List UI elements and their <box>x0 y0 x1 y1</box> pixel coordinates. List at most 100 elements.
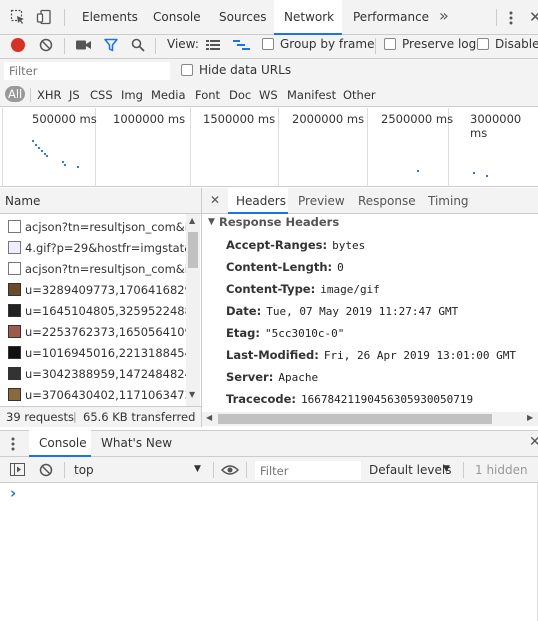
tabbar-divider <box>64 9 65 26</box>
type-filter-other[interactable]: Other <box>343 88 376 102</box>
timeline-request-dots <box>32 140 488 177</box>
close-devtools-icon[interactable]: ✕ <box>529 8 538 26</box>
details-scroll-thumb[interactable] <box>218 414 492 424</box>
thumbnail-icon <box>8 325 21 338</box>
filter-input[interactable] <box>4 62 170 80</box>
header-key: Last-Modified: <box>226 348 319 362</box>
record-button[interactable] <box>11 38 25 52</box>
filter-funnel-icon[interactable] <box>104 38 118 52</box>
scroll-down-arrow-icon[interactable]: ▼ <box>189 390 195 399</box>
log-levels-dropdown[interactable]: Default levels <box>369 463 451 477</box>
header-line: Content-Type: image/gif <box>226 282 380 296</box>
console-toolbar-divider-2 <box>213 462 214 478</box>
hide-data-urls-checkbox[interactable] <box>181 64 193 76</box>
type-filter-doc[interactable]: Doc <box>229 88 251 102</box>
inspect-element-icon[interactable] <box>10 9 26 25</box>
tab-elements[interactable]: Elements <box>82 10 138 24</box>
thumbnail-icon <box>8 346 21 359</box>
preserve-log-checkbox[interactable] <box>384 38 396 50</box>
header-key: Content-Type: <box>226 282 316 296</box>
close-details-icon[interactable]: ✕ <box>210 193 220 207</box>
document-icon <box>8 220 21 233</box>
name-column-label: Name <box>5 194 41 208</box>
request-row[interactable]: u=2253762373,1650564109&f... <box>0 321 200 342</box>
header-line: Server: Apache <box>226 370 318 384</box>
response-headers-title[interactable]: Response Headers <box>219 215 339 229</box>
live-expression-eye-icon[interactable] <box>221 464 239 476</box>
tab-preview[interactable]: Preview <box>298 194 345 208</box>
tabbar-divider-right <box>496 9 497 26</box>
capture-screenshots-icon[interactable] <box>76 39 92 51</box>
request-row[interactable]: u=1645104805,3259522488&f... <box>0 300 200 321</box>
large-rows-icon[interactable] <box>206 38 220 51</box>
group-by-frame-checkbox[interactable] <box>262 38 274 50</box>
context-dropdown-icon[interactable]: ▼ <box>194 464 201 474</box>
tab-performance[interactable]: Performance <box>353 10 429 24</box>
console-prompt[interactable]: › <box>10 484 16 502</box>
waterfall-icon[interactable] <box>233 38 250 51</box>
console-toolbar-divider-4 <box>463 462 464 478</box>
request-row[interactable]: u=3706430402,1171063473&f... <box>0 384 200 405</box>
header-key: Content-Length: <box>226 260 333 274</box>
drawer-menu-icon[interactable] <box>10 436 16 452</box>
kebab-menu-icon[interactable] <box>505 10 517 26</box>
scroll-right-arrow-icon[interactable]: ▶ <box>527 413 533 422</box>
tab-console[interactable]: Console <box>153 10 201 24</box>
collapse-triangle-icon[interactable]: ▼ <box>208 217 215 227</box>
request-list-scroll-thumb[interactable] <box>188 232 198 268</box>
thumbnail-icon <box>8 304 21 317</box>
request-row[interactable]: 4.gif?p=29&hostfr=imgstat&c... <box>0 237 200 258</box>
request-row[interactable]: acjson?tn=resultjson_com&ip... <box>0 258 200 279</box>
clear-console-icon[interactable] <box>39 463 53 477</box>
header-value: Apache <box>278 371 319 384</box>
device-toolbar-icon[interactable] <box>36 9 52 25</box>
request-row[interactable]: u=3289409773,1706416829&f... <box>0 279 200 300</box>
type-filter-img[interactable]: Img <box>121 88 143 102</box>
preserve-log-label: Preserve log <box>402 37 477 51</box>
tab-response[interactable]: Response <box>358 194 416 208</box>
tab-timing[interactable]: Timing <box>428 194 469 208</box>
request-row[interactable]: u=3042388959,1472484824&f... <box>0 363 200 384</box>
header-key: Date: <box>226 304 262 318</box>
sidebar-toggle-icon[interactable] <box>10 463 25 476</box>
disable-cache-checkbox[interactable] <box>477 38 489 50</box>
more-tabs-icon[interactable]: » <box>439 6 449 25</box>
drawer-tab-whats-new[interactable]: What's New <box>101 436 172 450</box>
tab-network[interactable]: Network <box>284 10 334 24</box>
clear-icon[interactable] <box>39 38 53 52</box>
request-row[interactable]: acjson?tn=resultjson_com&ip... <box>0 216 200 237</box>
log-levels-dropdown-icon[interactable]: ▼ <box>443 464 450 474</box>
tab-sources[interactable]: Sources <box>219 10 266 24</box>
request-row[interactable]: u=1016945016,2213188454&f... <box>0 342 200 363</box>
type-filter-js[interactable]: JS <box>69 88 80 102</box>
header-value: "5cc3010c-0" <box>264 327 345 340</box>
type-filter-ws[interactable]: WS <box>259 88 278 102</box>
top-tab-bar <box>0 0 538 35</box>
type-filter-css[interactable]: CSS <box>90 88 113 102</box>
header-key: Server: <box>226 370 274 384</box>
type-filter-xhr[interactable]: XHR <box>37 88 62 102</box>
type-filter-font[interactable]: Font <box>195 88 220 102</box>
header-key: Accept-Ranges: <box>226 238 328 252</box>
console-filter-input[interactable] <box>255 461 361 480</box>
console-area[interactable] <box>0 483 538 621</box>
header-value: Tue, 07 May 2019 11:27:47 GMT <box>266 305 459 318</box>
document-icon <box>8 262 21 275</box>
console-toolbar-divider-3 <box>246 462 247 478</box>
context-selector[interactable]: top <box>74 463 94 477</box>
scroll-left-arrow-icon[interactable]: ◀ <box>206 413 212 422</box>
type-filter-all[interactable]: All <box>5 86 26 102</box>
header-line: Last-Modified: Fri, 26 Apr 2019 13:01:00 … <box>226 348 516 362</box>
scroll-up-arrow-icon[interactable]: ▲ <box>189 216 195 225</box>
tab-headers[interactable]: Headers <box>236 194 286 208</box>
image-icon <box>8 241 21 254</box>
status-separator: | <box>73 410 77 423</box>
header-line: Etag: "5cc3010c-0" <box>226 326 344 340</box>
close-drawer-icon[interactable]: ✕ <box>529 434 538 450</box>
type-filter-manifest[interactable]: Manifest <box>287 88 336 102</box>
search-icon[interactable] <box>131 38 145 52</box>
header-value: bytes <box>332 239 366 252</box>
thumbnail-icon <box>8 388 21 401</box>
drawer-tab-console[interactable]: Console <box>39 436 87 450</box>
type-filter-media[interactable]: Media <box>151 88 186 102</box>
